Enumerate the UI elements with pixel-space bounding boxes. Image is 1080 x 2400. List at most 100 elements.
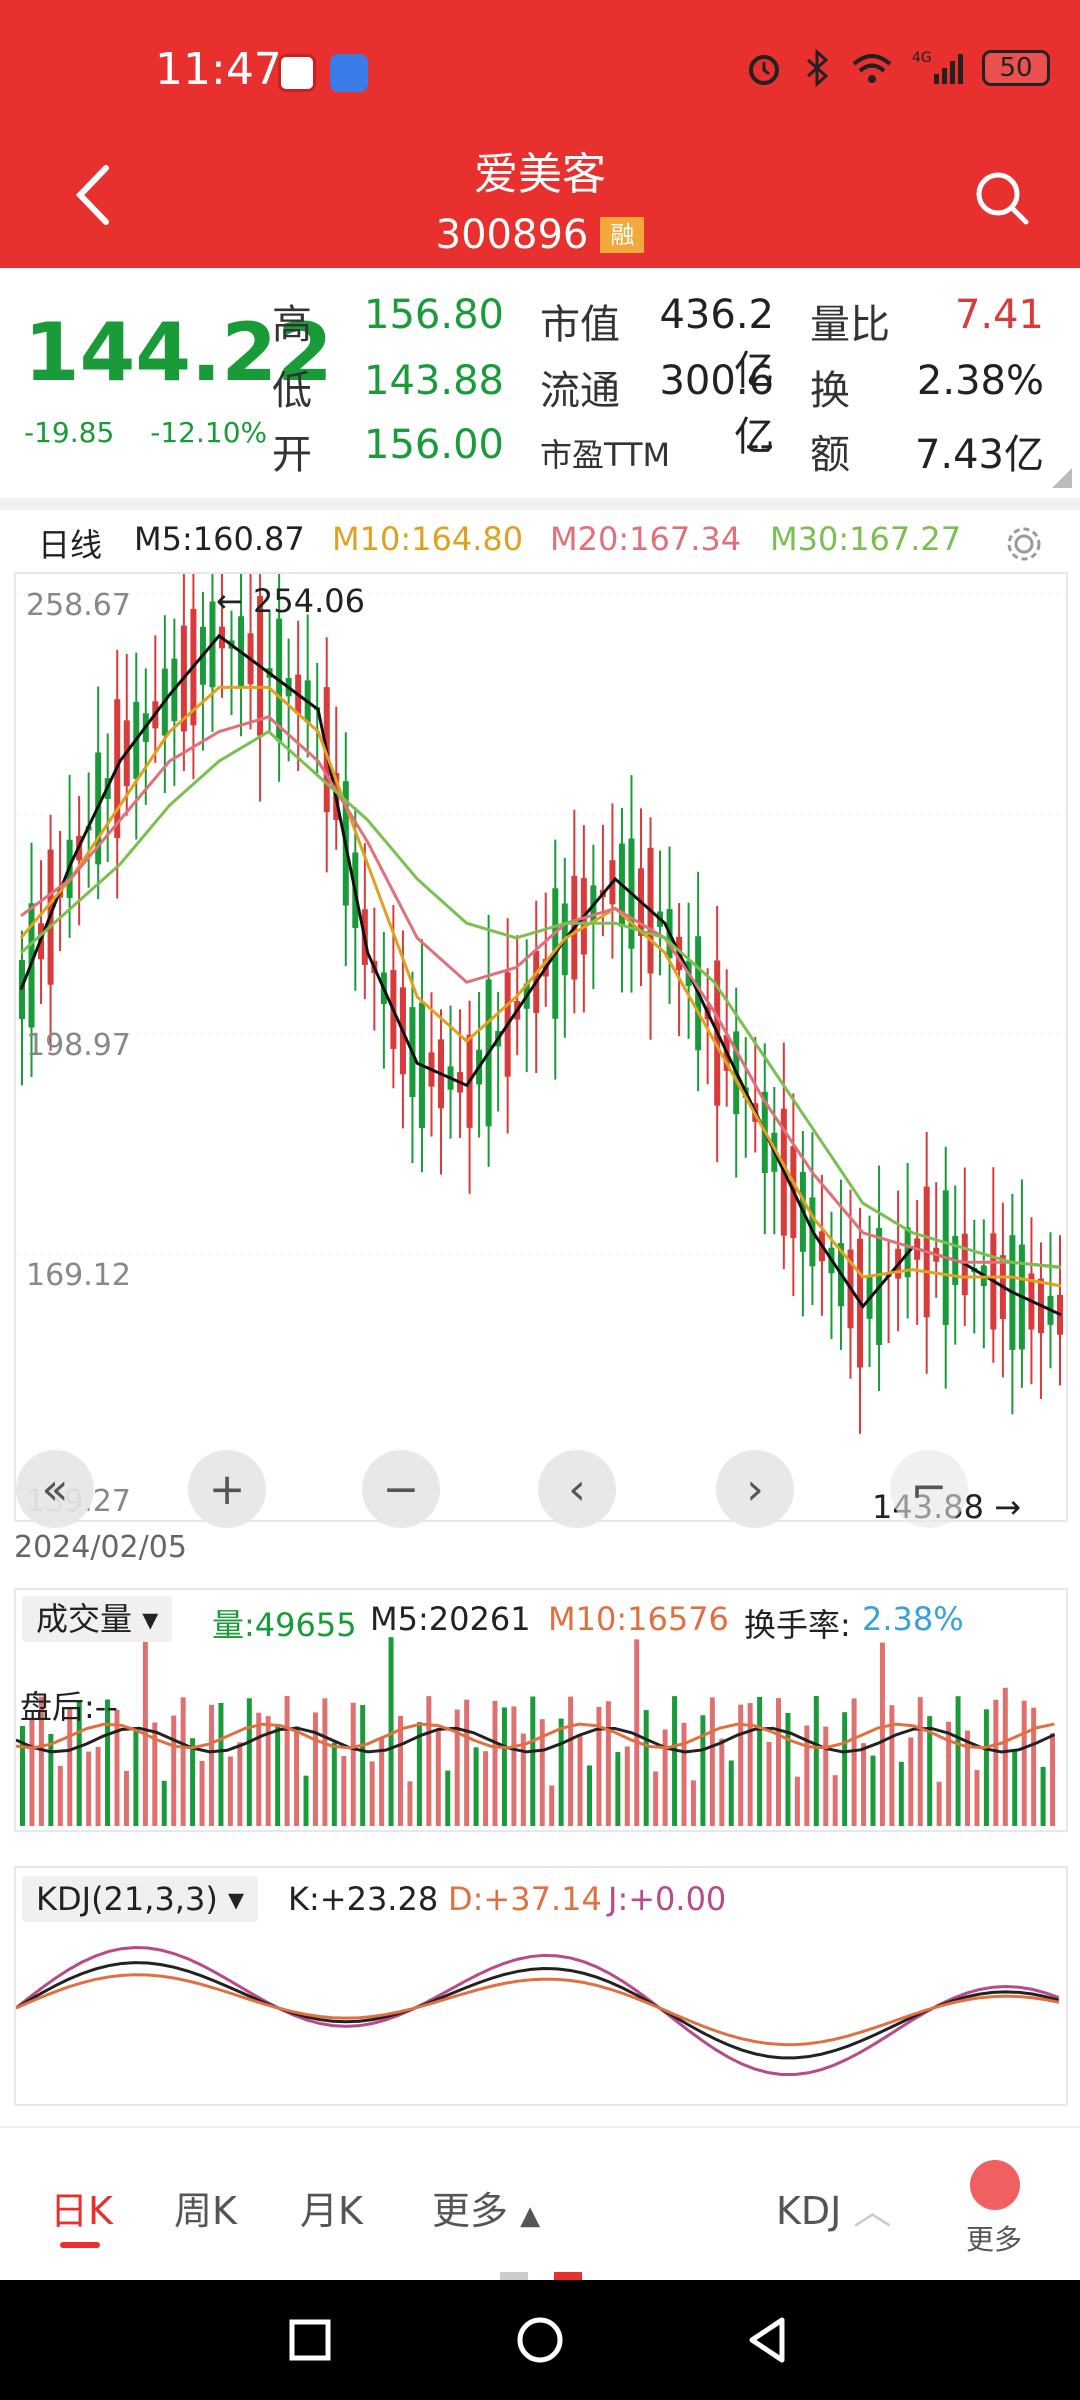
y-tick-2: 198.97 — [26, 1028, 131, 1063]
volume-bar — [955, 1696, 961, 1826]
margin-badge: 融 — [600, 217, 645, 253]
candle — [618, 807, 625, 993]
status-bar: 11:47 4G 50 — [0, 40, 1080, 110]
zoom-in-button[interactable]: + — [188, 1450, 266, 1528]
start-date-label: 2024/02/05 — [14, 1530, 187, 1565]
volume-bar — [199, 1760, 205, 1826]
volume-bar — [690, 1780, 696, 1826]
volume-bar — [445, 1770, 451, 1826]
volume-bar — [794, 1776, 800, 1826]
volume-bar — [728, 1760, 734, 1826]
candle — [95, 686, 102, 900]
triangle-up-icon: ▲ — [520, 2201, 541, 2231]
candle — [676, 903, 683, 1037]
volume-bar — [719, 1738, 725, 1826]
volume-bar — [577, 1734, 583, 1826]
volume-bar — [766, 1741, 772, 1826]
candle — [637, 808, 644, 987]
candle — [418, 939, 425, 1173]
more-button[interactable]: 更多 — [966, 2218, 1022, 2258]
candle — [1047, 1232, 1054, 1369]
volume-bar — [908, 1737, 914, 1826]
kdj-selector[interactable]: KDJ(21,3,3) ▾ — [22, 1876, 259, 1922]
volume-bar — [776, 1698, 781, 1826]
open-value: 156.00 — [364, 422, 504, 468]
ma-line-m30 — [20, 729, 1062, 1270]
tab-day-k[interactable]: 日K — [50, 2180, 113, 2235]
kdj-d-line — [16, 1973, 1060, 2047]
candle — [1057, 1235, 1063, 1386]
candle — [628, 775, 635, 993]
volume-bar — [549, 1785, 555, 1826]
volume-value: 量:49655 — [212, 1606, 357, 1644]
turnover-label: 换 — [810, 368, 850, 414]
back-nav-icon[interactable] — [730, 2302, 806, 2378]
candle — [304, 614, 311, 758]
volume-bar — [965, 1730, 970, 1826]
low-value: 143.88 — [364, 358, 504, 404]
volume-bar — [587, 1765, 592, 1826]
tab-more[interactable]: 更多 ▲ — [432, 2180, 540, 2235]
candle — [285, 638, 292, 762]
candle — [457, 1009, 464, 1138]
system-nav-bar — [0, 2280, 1080, 2400]
volume-bar — [568, 1696, 574, 1826]
volume-bar — [662, 1729, 668, 1826]
y-tick-top: 258.67 — [26, 588, 131, 623]
volume-bar — [823, 1726, 829, 1826]
search-icon[interactable] — [972, 168, 1032, 228]
zoom-out-button[interactable]: − — [362, 1450, 440, 1528]
battery-indicator: 50 — [982, 50, 1050, 86]
candle — [542, 892, 549, 1007]
tab-week-k[interactable]: 周K — [174, 2180, 237, 2235]
volume-bar — [615, 1752, 621, 1826]
more-avatar-icon[interactable] — [970, 2160, 1020, 2210]
settings-gear-icon[interactable] — [1004, 524, 1044, 564]
volume-bar — [747, 1703, 753, 1826]
volume-bar — [936, 1781, 942, 1826]
candle — [599, 825, 606, 937]
candle — [952, 1185, 959, 1345]
candle — [466, 1000, 473, 1194]
amount-value: 7.43亿 — [914, 432, 1044, 478]
fullscreen-button[interactable]: ⌐ — [890, 1450, 968, 1528]
tab-month-k[interactable]: 月K — [300, 2180, 363, 2235]
candlestick-chart[interactable]: 258.67 198.97 169.12 139.27 ← 254.06 143… — [14, 572, 1068, 1528]
volume-bar — [123, 1771, 129, 1826]
candle — [104, 733, 111, 862]
recent-apps-icon[interactable] — [272, 2302, 348, 2378]
volume-selector[interactable]: 成交量 ▾ — [22, 1596, 173, 1642]
volume-bar — [57, 1765, 63, 1826]
volume-bar — [861, 1743, 867, 1826]
candle — [857, 1207, 864, 1434]
home-icon[interactable] — [502, 2302, 578, 2378]
candle — [47, 814, 54, 1051]
candle — [666, 846, 673, 1004]
amount-label: 额 — [810, 432, 850, 478]
high-value: 156.80 — [364, 292, 504, 338]
volume-bar — [237, 1742, 243, 1826]
period-label[interactable]: 日线 — [38, 520, 102, 566]
volume-bar — [86, 1751, 92, 1826]
volume-bar — [851, 1698, 857, 1826]
prev-button[interactable]: ‹ — [538, 1450, 616, 1528]
kdj-chart[interactable]: KDJ(21,3,3) ▾ K:+23.28 D:+37.14 J:+0.00 — [14, 1866, 1068, 2106]
volume-bar — [1012, 1750, 1018, 1826]
turnover-rate-value: 2.38% — [862, 1600, 964, 1638]
volume-bar — [974, 1770, 980, 1826]
candle — [980, 1219, 987, 1349]
volume-bar — [946, 1721, 952, 1826]
next-button[interactable]: › — [716, 1450, 794, 1528]
candle — [914, 1199, 921, 1326]
expand-corner-icon[interactable] — [1052, 468, 1072, 488]
volume-bar — [700, 1715, 706, 1826]
tab-indicator-kdj[interactable]: KDJ ︿ — [776, 2180, 892, 2235]
float-label: 流通 — [540, 368, 620, 414]
volume-bar — [757, 1696, 763, 1826]
ma10-value: M10:164.80 — [332, 520, 524, 558]
rewind-button[interactable]: « — [16, 1450, 94, 1528]
candle — [380, 932, 387, 1069]
candle — [876, 1165, 883, 1392]
candle — [657, 850, 664, 976]
candle — [695, 871, 702, 1092]
